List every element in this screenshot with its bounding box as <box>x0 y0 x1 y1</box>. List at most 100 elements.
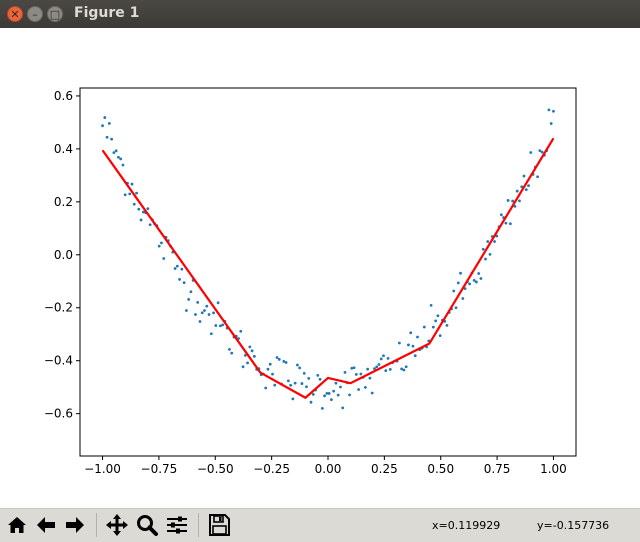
forward-arrow-icon <box>66 517 84 533</box>
y-tick-label: 0.2 <box>54 195 73 209</box>
scatter-point <box>481 247 485 251</box>
scatter-point <box>370 391 374 395</box>
toolbar-separator <box>96 513 97 537</box>
scatter-point <box>397 341 401 345</box>
scatter-point <box>130 182 134 186</box>
scatter-point <box>445 324 449 327</box>
y-tick-label: −0.6 <box>44 407 73 421</box>
scatter-point <box>438 334 442 338</box>
scatter-point <box>162 257 166 260</box>
home-button[interactable] <box>4 512 30 538</box>
scatter-point <box>298 366 302 370</box>
subplots-button[interactable] <box>164 512 190 538</box>
toolbar-separator <box>198 513 199 537</box>
scatter-point <box>107 122 111 125</box>
scatter-point <box>506 199 510 202</box>
scatter-point <box>114 149 118 153</box>
y-coordinate-readout: y=-0.157736 <box>537 519 610 532</box>
scatter-point <box>252 354 256 358</box>
scatter-point <box>239 329 243 333</box>
scatter-point <box>339 385 342 389</box>
x-tick-label: −0.50 <box>197 462 234 476</box>
scatter-point <box>189 290 193 294</box>
scatter-point <box>343 371 347 374</box>
scatter-point <box>499 213 503 217</box>
scatter-point <box>139 218 143 222</box>
scatter-point <box>475 280 478 284</box>
x-tick-label: −0.25 <box>253 462 290 476</box>
maximize-window-button[interactable]: □ <box>47 6 63 22</box>
scatter-point <box>221 323 225 327</box>
scatter-point <box>375 365 379 369</box>
chart[interactable]: −1.00 −0.75 −0.50 −0.25 0.00 0.25 0.50 0.75 1.00… <box>0 28 640 508</box>
scatter-point <box>194 313 197 316</box>
scatter-point <box>137 207 141 211</box>
scatter-point <box>529 151 533 154</box>
scatter-point <box>286 379 290 383</box>
scatter-point <box>146 207 150 211</box>
scatter-point <box>468 282 472 286</box>
scatter-point <box>363 386 367 389</box>
scatter-point <box>182 281 186 285</box>
close-window-button[interactable]: ✕ <box>7 6 23 22</box>
scatter-point <box>527 184 530 188</box>
scatter-point <box>549 122 553 125</box>
scatter-point <box>121 163 125 167</box>
scatter-point <box>382 354 385 358</box>
scatter-point <box>352 366 356 370</box>
scatter-point <box>264 386 268 390</box>
scatter-point <box>436 314 440 318</box>
scatter-point <box>456 281 460 285</box>
scatter-point <box>196 300 200 304</box>
scatter-point <box>536 175 539 179</box>
scatter-point <box>384 369 388 373</box>
scatter-point <box>354 372 358 376</box>
scatter-point <box>187 298 191 301</box>
scatter-point <box>214 324 218 327</box>
window-title: Figure 1 <box>74 5 140 21</box>
home-icon <box>8 517 26 533</box>
scatter-point <box>311 392 315 396</box>
scatter-point <box>277 357 281 361</box>
zoom-button[interactable] <box>134 512 160 538</box>
scatter-point <box>407 343 410 347</box>
scatter-point <box>357 388 360 391</box>
scatter-point <box>309 400 313 404</box>
scatter-point <box>386 356 390 360</box>
scatter-point <box>461 297 465 300</box>
scatter-point <box>413 354 417 358</box>
minimize-window-button[interactable]: – <box>27 6 43 22</box>
scatter-point <box>132 202 136 206</box>
scatter-point <box>160 241 163 245</box>
scatter-point <box>359 372 363 376</box>
scatter-point <box>212 311 215 315</box>
back-button[interactable] <box>33 512 59 538</box>
scatter-point <box>330 398 333 402</box>
scatter-point <box>307 376 311 380</box>
scatter-point <box>248 345 252 349</box>
maximize-icon: □ <box>49 7 61 21</box>
scatter-point <box>454 306 458 310</box>
scatter-point <box>484 257 487 261</box>
scatter-point <box>105 135 109 139</box>
scatter-point <box>434 319 438 323</box>
y-tick-label: −0.4 <box>44 354 73 368</box>
scatter-point <box>479 277 483 280</box>
scatter-point <box>472 278 476 282</box>
pan-icon <box>106 514 128 536</box>
scatter-point <box>493 240 496 243</box>
fit-line <box>101 137 555 399</box>
figure-canvas[interactable]: −1.00 −0.75 −0.50 −0.25 0.00 0.25 0.50 0.75 1.00… <box>0 28 640 508</box>
scatter-point <box>230 351 234 355</box>
x-tick-label: 0.00 <box>315 462 342 476</box>
navigation-toolbar: x=0.119929 y=-0.157736 <box>0 508 640 542</box>
scatter-point <box>422 325 426 329</box>
scatter-point <box>431 325 435 329</box>
pan-button[interactable] <box>104 512 130 538</box>
y-tick-label: −0.2 <box>44 301 73 315</box>
save-button[interactable] <box>206 512 232 538</box>
scatter-point <box>205 304 209 308</box>
forward-button[interactable] <box>62 512 88 538</box>
scatter-point <box>250 349 254 353</box>
scatter-point <box>504 221 508 225</box>
